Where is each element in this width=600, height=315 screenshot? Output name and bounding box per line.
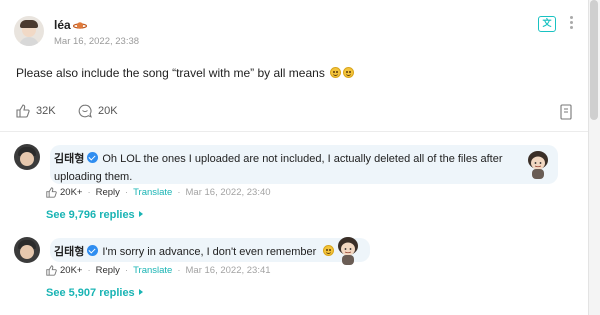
caret-right-icon: [138, 211, 143, 217]
comment-like-count: 20K+: [60, 187, 83, 198]
post-detail-view: léa Mar 16, 2022, 23:38 文 Please also in…: [0, 0, 600, 315]
comment-button[interactable]: 20K: [78, 104, 118, 118]
more-options-icon[interactable]: [566, 14, 576, 34]
comment-date: Mar 16, 2022, 23:41: [185, 265, 271, 276]
comment-author-avatar[interactable]: [14, 144, 40, 170]
post-body-text: Please also include the song “travel wit…: [16, 66, 325, 80]
see-replies-label: See 5,907 replies: [46, 287, 135, 299]
like-count: 32K: [36, 105, 56, 117]
see-replies-label: See 9,796 replies: [46, 209, 135, 221]
comment-date: Mar 16, 2022, 23:40: [185, 187, 271, 198]
like-icon: [16, 104, 30, 118]
comment-text-line: I'm sorry in advance, I don't even remem…: [102, 246, 317, 258]
translate-icon[interactable]: 文: [538, 16, 556, 32]
reply-button[interactable]: Reply: [96, 265, 120, 276]
sweat-smile-emoji-icon: [322, 245, 334, 256]
comment-text-line: Oh LOL the ones I uploaded are not inclu…: [102, 153, 503, 165]
scrollbar[interactable]: [588, 0, 600, 315]
caret-right-icon: [138, 289, 143, 295]
divider: [0, 131, 588, 132]
sticker-icon: [528, 151, 548, 179]
comment-like-button[interactable]: 20K+: [46, 187, 82, 198]
scrollbar-thumb[interactable]: [590, 0, 598, 120]
post-author-avatar[interactable]: [14, 16, 44, 46]
comment-count: 20K: [98, 105, 118, 117]
comment-content: 김태형 I'm sorry in advance, I don't even re…: [54, 242, 344, 260]
separator: ·: [87, 265, 91, 276]
comment-meta: 20K+ · Reply · Translate · Mar 16, 2022,…: [46, 265, 271, 276]
like-icon: [46, 265, 57, 276]
comment-bubble: 김태형 Oh LOL the ones I uploaded are not in…: [50, 145, 558, 184]
like-button[interactable]: 32K: [16, 104, 56, 118]
verified-badge-icon: [87, 152, 99, 163]
smiling-emoji-icon: [330, 67, 342, 78]
comment-content: 김태형 Oh LOL the ones I uploaded are not in…: [54, 149, 514, 185]
planet-emoji-icon: [72, 22, 87, 29]
bookmark-icon[interactable]: [560, 104, 572, 120]
translate-button[interactable]: Translate: [133, 187, 172, 198]
reply-button[interactable]: Reply: [96, 187, 120, 198]
comment-author-name[interactable]: 김태형: [54, 153, 84, 165]
post-body: Please also include the song “travel wit…: [16, 66, 355, 80]
comment-meta: 20K+ · Reply · Translate · Mar 16, 2022,…: [46, 187, 271, 198]
separator: ·: [177, 187, 181, 198]
post-author-label: léa: [54, 18, 71, 32]
comment-text-line: uploading them.: [54, 171, 133, 183]
separator: ·: [124, 265, 129, 276]
post-author-name[interactable]: léa: [54, 18, 87, 32]
comment-author-avatar[interactable]: [14, 237, 40, 263]
see-replies-link[interactable]: See 9,796 replies: [46, 209, 143, 221]
see-replies-link[interactable]: See 5,907 replies: [46, 287, 143, 299]
comment-icon: [78, 104, 92, 118]
separator: ·: [177, 265, 181, 276]
separator: ·: [124, 187, 129, 198]
like-icon: [46, 187, 57, 198]
translate-button[interactable]: Translate: [133, 265, 172, 276]
verified-badge-icon: [87, 245, 99, 256]
comment-like-count: 20K+: [60, 265, 83, 276]
sticker-icon: [338, 237, 358, 265]
comment-bubble: 김태형 I'm sorry in advance, I don't even re…: [50, 237, 370, 265]
post-date: Mar 16, 2022, 23:38: [54, 36, 140, 47]
separator: ·: [87, 187, 91, 198]
comment-like-button[interactable]: 20K+: [46, 265, 82, 276]
comment-author-name[interactable]: 김태형: [54, 246, 84, 258]
smiling-emoji-icon: [343, 67, 355, 78]
